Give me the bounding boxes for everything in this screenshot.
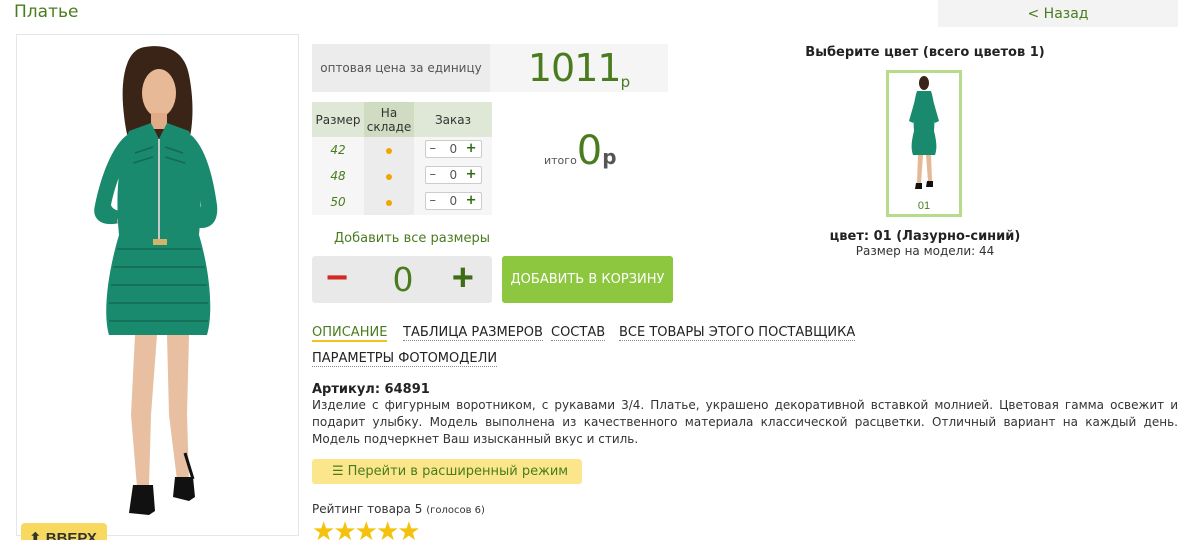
arrow-up-icon: ⬆ — [29, 530, 42, 540]
star-icon[interactable]: ★ — [312, 516, 335, 540]
quantity-value[interactable]: 0 — [450, 167, 458, 183]
quantity-stepper: – 0 + — [424, 139, 482, 158]
tab-size-chart[interactable]: ТАБЛИЦА РАЗМЕРОВ — [403, 325, 543, 341]
quantity-stepper: – 0 + — [424, 191, 482, 210]
size-cell: 50 — [312, 189, 364, 215]
main-increment-button[interactable]: + — [452, 256, 474, 300]
in-stock-dot-icon — [386, 174, 392, 180]
product-photo[interactable] — [16, 34, 299, 536]
size-cell: 48 — [312, 163, 364, 189]
order-cell: – 0 + — [414, 163, 492, 189]
advanced-mode-label: Перейти в расширенный режим — [347, 464, 569, 479]
model-size-text: Размер на модели: 44 — [855, 244, 995, 258]
rating-text: Рейтинг товара 5 (голосов 6) — [312, 502, 485, 516]
list-icon: ☰ — [332, 464, 344, 479]
quantity-value[interactable]: 0 — [450, 193, 458, 209]
star-icon[interactable]: ★ — [376, 516, 399, 540]
tab-composition[interactable]: СОСТАВ — [551, 325, 606, 341]
selected-color-name: цвет: 01 (Лазурно-синий) — [829, 229, 1021, 244]
advanced-mode-button[interactable]: ☰ Перейти в расширенный режим — [312, 459, 582, 484]
add-all-sizes-link[interactable]: Добавить все размеры — [334, 231, 490, 246]
in-stock-dot-icon — [386, 200, 392, 206]
increment-button[interactable]: + — [466, 167, 477, 183]
decrement-button[interactable]: – — [430, 193, 437, 209]
stock-cell — [364, 163, 414, 189]
table-row: 48 – 0 + — [312, 163, 492, 189]
product-description: Изделие с фигурным воротником, с рукавам… — [312, 398, 1178, 446]
table-row: 50 – 0 + — [312, 189, 492, 215]
star-icon[interactable]: ★ — [355, 516, 378, 540]
order-header: Заказ — [414, 102, 492, 137]
swatch-thumbnail — [909, 76, 939, 189]
color-picker-title: Выберите цвет (всего цветов 1) — [805, 45, 1045, 60]
table-row: 42 – 0 + — [312, 137, 492, 163]
main-decrement-button[interactable]: − — [326, 256, 348, 300]
tab-description[interactable]: ОПИСАНИЕ — [312, 325, 388, 342]
up-label: ВВЕРХ — [45, 530, 97, 540]
increment-button[interactable]: + — [466, 141, 477, 157]
size-cell: 42 — [312, 137, 364, 163]
stock-cell — [364, 137, 414, 163]
stock-header: На складе — [364, 102, 414, 137]
total-label: итого — [544, 154, 577, 167]
order-cell: – 0 + — [414, 137, 492, 163]
decrement-button[interactable]: – — [430, 167, 437, 183]
tab-supplier-products[interactable]: ВСЕ ТОВАРЫ ЭТОГО ПОСТАВЩИКА — [619, 325, 856, 341]
price-currency: р — [620, 73, 631, 91]
star-icon[interactable]: ★ — [333, 516, 356, 540]
order-total: итого0р — [544, 128, 617, 174]
order-cell: – 0 + — [414, 189, 492, 215]
price-value: 1011р — [490, 44, 668, 92]
size-table: Размер На складе Заказ 42 – 0 + 48 – 0 +… — [312, 102, 492, 215]
quantity-stepper: – 0 + — [424, 165, 482, 184]
scroll-up-button[interactable]: ⬆ ВВЕРХ — [21, 523, 107, 540]
tab-model-params[interactable]: ПАРАМЕТРЫ ФОТОМОДЕЛИ — [312, 351, 498, 367]
increment-button[interactable]: + — [466, 193, 477, 209]
back-link[interactable]: < Назад — [938, 0, 1178, 27]
rating-stars[interactable]: ★★★★★ — [312, 516, 421, 540]
price-label: оптовая цена за единицу — [312, 44, 490, 92]
add-to-cart-button[interactable]: ДОБАВИТЬ В КОРЗИНУ — [502, 256, 673, 303]
main-quantity-value[interactable]: 0 — [392, 256, 414, 303]
article-number: Артикул: 64891 — [312, 382, 430, 397]
quantity-value[interactable]: 0 — [450, 141, 458, 157]
rating-label: Рейтинг товара 5 — [312, 502, 423, 516]
page-title: Платье — [14, 2, 79, 22]
in-stock-dot-icon — [386, 148, 392, 154]
star-icon[interactable]: ★ — [397, 516, 420, 540]
price-number: 1011 — [527, 46, 622, 90]
total-value: 0 — [576, 128, 603, 174]
rating-votes: (голосов 6) — [426, 505, 485, 516]
decrement-button[interactable]: – — [430, 141, 437, 157]
main-quantity-stepper: − 0 + — [312, 256, 492, 303]
size-header: Размер — [312, 102, 364, 137]
stock-cell — [364, 189, 414, 215]
total-currency: р — [602, 145, 617, 169]
swatch-label: 01 — [917, 200, 931, 212]
color-swatch[interactable]: 01 — [886, 70, 962, 217]
model-illustration — [94, 46, 218, 515]
